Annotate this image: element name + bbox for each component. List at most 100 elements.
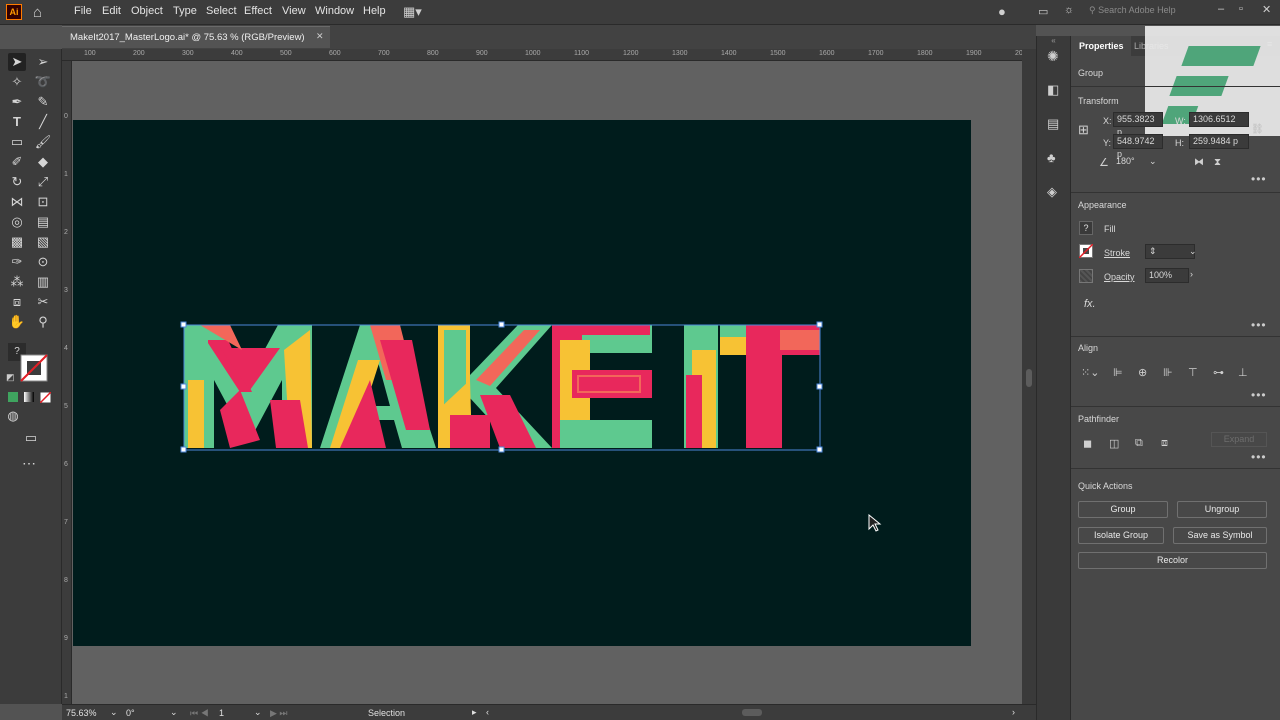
- direct-selection-tool-icon[interactable]: ➢: [34, 53, 52, 71]
- blend-tool-icon[interactable]: ⊙: [34, 253, 52, 271]
- rotation-dropdown-icon[interactable]: ⌄: [170, 707, 178, 718]
- make-it-logo-artwork[interactable]: [180, 320, 825, 455]
- status-menu-icon[interactable]: ▸: [472, 707, 477, 718]
- curvature-tool-icon[interactable]: ✎: [34, 93, 52, 111]
- align-more-options-icon[interactable]: •••: [1251, 388, 1267, 402]
- align-left-icon[interactable]: ⊫: [1113, 366, 1123, 379]
- eyedropper-tool-icon[interactable]: ✑: [8, 253, 26, 271]
- vertical-scroll-thumb[interactable]: [1026, 369, 1032, 387]
- ungroup-button[interactable]: Ungroup: [1177, 501, 1267, 518]
- first-artboard-icon[interactable]: ⏮ ◀: [190, 708, 209, 719]
- stroke-label[interactable]: Stroke: [1104, 248, 1130, 258]
- line-tool-icon[interactable]: ╱: [34, 113, 52, 131]
- align-top-icon[interactable]: ⊤: [1188, 366, 1198, 379]
- maximize-icon[interactable]: ▫: [1239, 3, 1243, 15]
- close-tab-icon[interactable]: ✕: [316, 31, 324, 42]
- hand-tool-icon[interactable]: ✋: [8, 313, 26, 331]
- pathfinder-minus-front-icon[interactable]: ◫: [1109, 437, 1119, 450]
- stroke-swatch-small[interactable]: [1079, 244, 1093, 258]
- close-window-icon[interactable]: ✕: [1262, 3, 1271, 16]
- recolor-button[interactable]: Recolor: [1078, 552, 1267, 569]
- flip-vertical-icon[interactable]: ⧗: [1214, 157, 1221, 168]
- menu-file[interactable]: File: [74, 5, 92, 17]
- rotate-tool-icon[interactable]: ↻: [8, 173, 26, 191]
- height-field[interactable]: 259.9484 p: [1189, 134, 1249, 149]
- transform-more-options-icon[interactable]: •••: [1251, 172, 1267, 186]
- lasso-tool-icon[interactable]: ➰: [34, 73, 52, 91]
- menu-help[interactable]: Help: [363, 5, 386, 17]
- type-tool-icon[interactable]: T: [8, 113, 26, 131]
- document-tab[interactable]: MakeIt2017_MasterLogo.ai* @ 75.63 % (RGB…: [62, 26, 330, 48]
- align-vertical-center-icon[interactable]: ⊶: [1213, 366, 1224, 379]
- scroll-right-icon[interactable]: ›: [1012, 707, 1015, 717]
- libraries-panel-icon[interactable]: ▤: [1047, 116, 1059, 132]
- y-position-field[interactable]: 548.9742 p: [1113, 134, 1163, 159]
- pathfinder-exclude-icon[interactable]: ⧈: [1161, 437, 1168, 450]
- menu-effect[interactable]: Effect: [244, 5, 272, 17]
- tab-properties[interactable]: Properties: [1071, 36, 1131, 56]
- scroll-left-icon[interactable]: ‹: [486, 707, 489, 717]
- slice-tool-icon[interactable]: ✂: [34, 293, 52, 311]
- none-mode-icon[interactable]: [40, 392, 51, 403]
- shaper-tool-icon[interactable]: ✐: [8, 153, 26, 171]
- lightbulb-icon[interactable]: ☼: [1064, 4, 1074, 16]
- vertical-scrollbar[interactable]: [1022, 49, 1036, 704]
- pathfinder-unite-icon[interactable]: ◼: [1083, 437, 1092, 450]
- constrain-proportions-icon[interactable]: ⛓: [1251, 124, 1264, 135]
- pathfinder-more-options-icon[interactable]: •••: [1251, 450, 1267, 464]
- menu-edit[interactable]: Edit: [102, 5, 121, 17]
- menu-type[interactable]: Type: [173, 5, 197, 17]
- user-icon[interactable]: ●: [998, 4, 1006, 19]
- stroke-stepper-icon[interactable]: ⇕: [1149, 246, 1157, 256]
- edit-toolbar-icon[interactable]: ⋯: [20, 454, 38, 472]
- screen-mode-icon[interactable]: ▭: [22, 429, 40, 447]
- pathfinder-intersect-icon[interactable]: ⧉: [1135, 437, 1143, 450]
- rotation-value[interactable]: 0°: [126, 708, 135, 718]
- pen-tool-icon[interactable]: ✒: [8, 93, 26, 111]
- effects-fx-icon[interactable]: fx.: [1084, 298, 1096, 310]
- appearance-more-options-icon[interactable]: •••: [1251, 318, 1267, 332]
- paintbrush-tool-icon[interactable]: 🖌: [34, 133, 52, 151]
- align-right-icon[interactable]: ⊪: [1163, 366, 1173, 379]
- column-graph-tool-icon[interactable]: ▥: [34, 273, 52, 291]
- artboard-number[interactable]: 1: [219, 708, 224, 718]
- home-icon[interactable]: ⌂: [33, 4, 42, 21]
- angle-dropdown-icon[interactable]: ⌄: [1149, 156, 1157, 167]
- color-mode-icon[interactable]: [8, 392, 18, 402]
- magic-wand-tool-icon[interactable]: ✧: [8, 73, 26, 91]
- rotation-angle-field[interactable]: 180°: [1113, 155, 1149, 170]
- width-field[interactable]: 1306.6512: [1189, 112, 1249, 127]
- menu-select[interactable]: Select: [206, 5, 237, 17]
- align-to-selection-icon[interactable]: ⁙⌄: [1081, 366, 1099, 379]
- stroke-swatch[interactable]: [20, 354, 48, 382]
- color-panel-icon[interactable]: ◧: [1047, 82, 1059, 98]
- zoom-dropdown-icon[interactable]: ⌄: [110, 707, 118, 718]
- menu-view[interactable]: View: [282, 5, 306, 17]
- group-button[interactable]: Group: [1078, 501, 1168, 518]
- properties-sun-icon[interactable]: ✺: [1047, 48, 1059, 65]
- minimize-icon[interactable]: –: [1218, 3, 1224, 15]
- menu-window[interactable]: Window: [315, 5, 354, 17]
- symbols-panel-icon[interactable]: ♣: [1047, 150, 1056, 165]
- rectangle-tool-icon[interactable]: ▭: [8, 133, 26, 151]
- selection-tool-icon[interactable]: ➤: [8, 53, 26, 71]
- free-transform-tool-icon[interactable]: ⊡: [34, 193, 52, 211]
- stroke-weight-field[interactable]: ⇕: [1145, 244, 1195, 259]
- scale-tool-icon[interactable]: ⤢: [34, 173, 52, 191]
- menu-object[interactable]: Object: [131, 5, 163, 17]
- artboard-tool-icon[interactable]: ⧈: [8, 293, 26, 311]
- arrange-documents-icon[interactable]: ▭: [1038, 5, 1048, 18]
- save-as-symbol-button[interactable]: Save as Symbol: [1173, 527, 1267, 544]
- layers-panel-icon[interactable]: ◈: [1047, 184, 1057, 200]
- x-position-field[interactable]: 955.3823 p: [1113, 112, 1163, 137]
- zoom-level[interactable]: 75.63%: [66, 708, 97, 718]
- flip-horizontal-icon[interactable]: ⧓: [1194, 157, 1204, 168]
- opacity-field[interactable]: 100%: [1145, 268, 1189, 283]
- align-bottom-icon[interactable]: ⊥: [1238, 366, 1248, 379]
- stroke-dropdown-icon[interactable]: ⌄: [1189, 246, 1197, 257]
- artboard-dropdown-icon[interactable]: ⌄: [254, 707, 262, 718]
- expand-button[interactable]: Expand: [1211, 432, 1267, 447]
- opacity-arrow-icon[interactable]: ›: [1190, 269, 1193, 279]
- align-horizontal-center-icon[interactable]: ⊕: [1138, 366, 1147, 379]
- isolate-group-button[interactable]: Isolate Group: [1078, 527, 1164, 544]
